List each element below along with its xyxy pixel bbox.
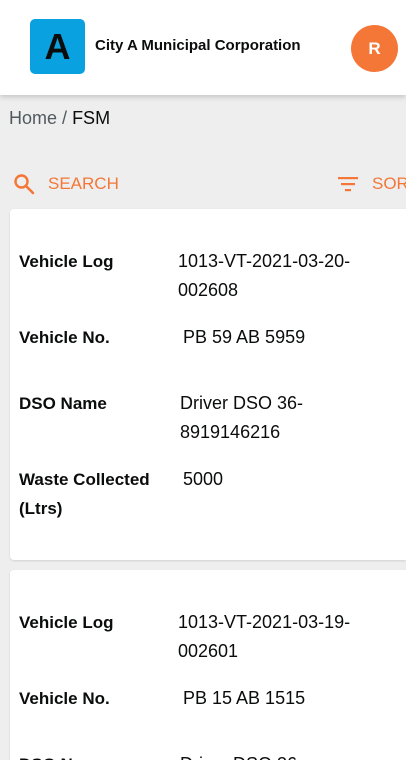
city-logo[interactable]: A — [30, 19, 85, 74]
vehicle-log-value: 1013-VT-2021-03-20-002608 — [178, 251, 351, 300]
vehicle-no-value: PB 59 AB 5959 — [183, 327, 306, 347]
breadcrumb-current: FSM — [72, 108, 111, 128]
city-name: City A Municipal Corporation — [95, 37, 301, 54]
vehicle-log-label: Vehicle Log — [19, 613, 114, 632]
vehicle-log-card[interactable]: Vehicle Log 1013-VT-2021-03-20-002608 Ve… — [10, 209, 406, 560]
top-bar: A City A Municipal Corporation R — [0, 0, 406, 95]
vehicle-no-label: Vehicle No. — [19, 689, 110, 708]
breadcrumb-separator: / — [62, 108, 68, 128]
breadcrumb: Home / FSM — [9, 108, 110, 129]
dso-name-label: DSO Name — [19, 394, 107, 413]
sort-button[interactable]: SORT — [336, 172, 406, 196]
city-logo-letter: A — [44, 26, 71, 67]
vehicle-no-value: PB 15 AB 1515 — [183, 688, 306, 708]
vehicle-no-label: Vehicle No. — [19, 328, 110, 347]
search-icon — [14, 174, 35, 195]
breadcrumb-home[interactable]: Home — [9, 108, 57, 128]
vehicle-log-label: Vehicle Log — [19, 252, 114, 271]
waste-collected-label: Waste Collected (Ltrs) — [19, 470, 150, 518]
user-avatar[interactable]: R — [351, 25, 398, 72]
vehicle-log-value: 1013-VT-2021-03-19-002601 — [178, 612, 351, 661]
search-label: SEARCH — [48, 174, 119, 193]
vehicle-log-card[interactable]: Vehicle Log 1013-VT-2021-03-19-002601 Ve… — [10, 570, 406, 760]
sort-icon — [338, 177, 358, 192]
waste-collected-value: 5000 — [183, 469, 224, 489]
dso-name-value: Driver DSO 36- — [180, 750, 390, 760]
sort-label: SORT — [372, 174, 406, 193]
dso-name-label: DSO Name — [19, 750, 164, 760]
search-button[interactable]: SEARCH — [12, 172, 119, 196]
dso-name-value: Driver DSO 36-8919146216 — [180, 393, 304, 442]
